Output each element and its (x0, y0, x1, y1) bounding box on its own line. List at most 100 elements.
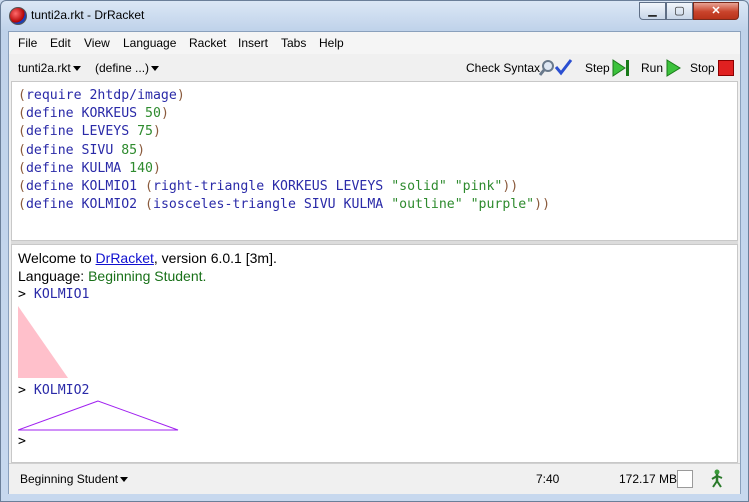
code-token-open: ( (18, 106, 26, 122)
chevron-down-icon (72, 66, 81, 72)
menu-bar: File Edit View Language Racket Insert Ta… (9, 32, 740, 55)
client-area: File Edit View Language Racket Insert Ta… (8, 31, 741, 494)
code-token-open: ( (18, 88, 26, 103)
chevron-down-icon (120, 477, 129, 483)
code-token-open: ( (18, 160, 26, 176)
code-line[interactable]: (define KORKEUS 50) (18, 105, 550, 123)
step-button[interactable]: Step (585, 61, 610, 75)
define-menu-label: (define ...) (95, 61, 150, 75)
menu-file[interactable]: File (18, 36, 37, 50)
code-token-str2: "pink" (454, 179, 503, 195)
code-token-kw: define KULMA (25, 160, 130, 176)
prompt: > (18, 434, 26, 449)
define-menu-button[interactable]: (define ...) (95, 61, 160, 75)
language-line: Language: Beginning Student. (18, 268, 206, 284)
version-text: , version 6.0.1 [3m]. (153, 250, 277, 266)
code-token-close: ) (176, 88, 185, 103)
run-icon[interactable] (665, 59, 681, 77)
menu-view[interactable]: View (84, 36, 110, 50)
code-token-num: 140 (129, 160, 153, 176)
check-syntax-icon[interactable] (539, 58, 575, 78)
drracket-link[interactable]: DrRacket (96, 250, 154, 266)
run-button[interactable]: Run (641, 61, 663, 75)
repl-command: KOLMIO2 (33, 383, 90, 398)
close-button[interactable]: ✕ (693, 2, 739, 20)
step-icon[interactable] (611, 59, 631, 77)
code-token-kw: require 2htdp/image (25, 88, 177, 103)
maximize-icon: ▢ (674, 5, 685, 17)
code-token-kw: define SIVU (25, 142, 122, 158)
language-prefix: Language: (18, 268, 89, 284)
file-menu-label: tunti2a.rkt (18, 61, 71, 75)
code-token-close: )) (502, 179, 519, 195)
prompt: > (18, 287, 26, 302)
stop-label: Stop (690, 61, 715, 75)
code-token-close: ) (160, 106, 169, 122)
code-line[interactable]: (require 2htdp/image) (18, 87, 550, 105)
repl-entry-1: > KOLMIO1 (18, 287, 89, 302)
stop-icon[interactable] (718, 60, 734, 76)
menu-insert[interactable]: Insert (238, 36, 268, 50)
run-label: Run (641, 61, 664, 75)
menu-language[interactable]: Language (123, 36, 176, 50)
code-line[interactable]: (define LEVEYS 75) (18, 123, 550, 141)
memory-indicator (677, 470, 693, 488)
cursor-position: 7:40 (536, 472, 560, 486)
welcome-prefix: Welcome to (18, 250, 96, 266)
code-token-kw: define KOLMIO2 (25, 197, 146, 213)
code-token-open: ( (18, 197, 26, 213)
window-title: tunti2a.rkt - DrRacket (31, 8, 145, 22)
stop-button[interactable]: Stop (690, 61, 715, 75)
pink-right-triangle (18, 306, 68, 378)
code-token-open: ( (18, 179, 26, 195)
language-selector[interactable]: Beginning Student (20, 472, 129, 486)
code-line[interactable]: (define SIVU 85) (18, 142, 550, 160)
language-period: . (202, 268, 207, 284)
menu-help[interactable]: Help (319, 36, 344, 50)
repl-prompt[interactable]: > (18, 434, 26, 449)
memory-usage[interactable]: 172.17 MB (619, 472, 677, 486)
code-token-inner_open: ( (145, 197, 153, 213)
definitions-editor[interactable]: (require 2htdp/image) (define KORKEUS 50)… (11, 81, 738, 241)
code-token-str2: "purple" (470, 197, 535, 213)
code-token-sp (463, 197, 471, 212)
code-line[interactable]: (define KULMA 140) (18, 160, 550, 178)
code-token-close: )) (534, 197, 551, 213)
maximize-button[interactable]: ▢ (666, 2, 693, 20)
code-token-kw: define LEVEYS (25, 124, 138, 140)
code-token-close: ) (153, 160, 161, 176)
code-token-num: 75 (137, 124, 153, 140)
prompt: > (18, 383, 26, 398)
purple-isosceles-triangle (18, 400, 179, 431)
menu-racket[interactable]: Racket (189, 36, 226, 50)
code-token-num: 85 (121, 142, 138, 158)
close-icon: ✕ (711, 5, 721, 17)
check-syntax-button[interactable]: Check Syntax (466, 61, 540, 75)
code-token-open: ( (18, 124, 26, 140)
file-menu-button[interactable]: tunti2a.rkt (18, 61, 81, 75)
code-token-str1: "solid" (391, 179, 447, 195)
repl-entry-2: > KOLMIO2 (18, 383, 89, 398)
code-line[interactable]: (define KOLMIO2 (isosceles-triangle SIVU… (18, 196, 550, 214)
minimize-button[interactable]: ▁ (639, 2, 666, 20)
code-token-sp (447, 179, 455, 194)
code-area[interactable]: (require 2htdp/image) (define KORKEUS 50)… (18, 87, 550, 214)
code-token-open: ( (18, 142, 26, 158)
walker-icon (711, 469, 723, 488)
toolbar: tunti2a.rkt (define ...) Check Syntax St… (9, 54, 740, 81)
title-bar[interactable]: tunti2a.rkt - DrRacket ▁ ▢ ✕ (1, 1, 748, 31)
step-label: Step (585, 61, 610, 75)
interactions-pane[interactable]: Welcome to DrRacket, version 6.0.1 [3m].… (11, 244, 738, 463)
status-bar: Beginning Student 7:40 172.17 MB (9, 463, 740, 494)
welcome-line: Welcome to DrRacket, version 6.0.1 [3m]. (18, 250, 277, 266)
code-token-close: ) (137, 142, 146, 158)
menu-tabs[interactable]: Tabs (281, 36, 306, 50)
language-selector-label: Beginning Student (20, 472, 119, 486)
drracket-window: tunti2a.rkt - DrRacket ▁ ▢ ✕ File Edit V… (0, 0, 749, 502)
code-line[interactable]: (define KOLMIO1 (right-triangle KORKEUS … (18, 178, 550, 196)
code-token-inner: right-triangle KORKEUS LEVEYS (153, 179, 392, 195)
racket-logo-icon (9, 7, 27, 25)
menu-edit[interactable]: Edit (50, 36, 71, 50)
code-token-kw: define KORKEUS (25, 106, 146, 122)
code-token-num: 50 (145, 106, 161, 122)
